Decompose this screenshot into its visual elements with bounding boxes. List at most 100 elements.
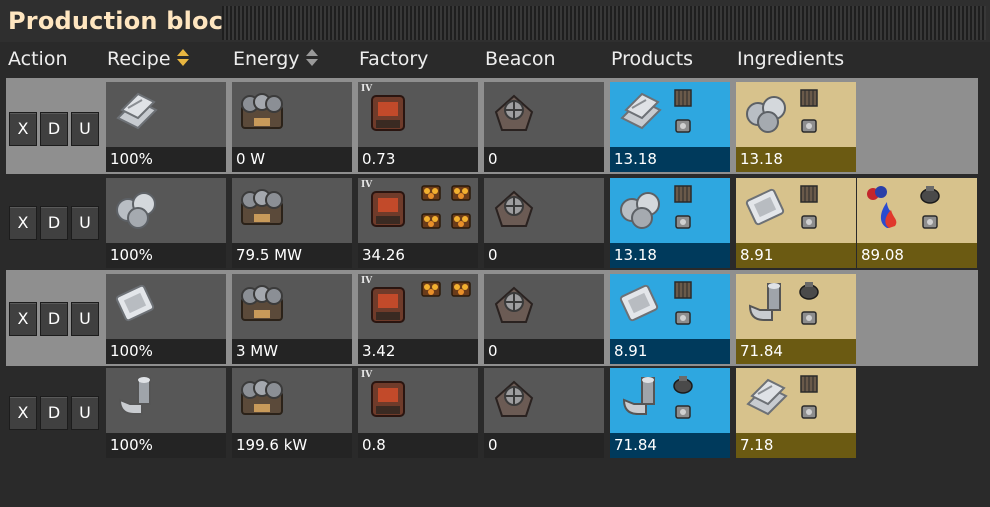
energy-cell[interactable]: 3 MW: [232, 274, 352, 364]
column-header-beacon: Beacon: [485, 48, 556, 70]
assembler-icon: [371, 95, 405, 131]
sort-arrows-icon[interactable]: [305, 48, 318, 67]
ingredient-cell[interactable]: 8.91: [736, 178, 856, 268]
energy-cell[interactable]: 0 W: [232, 82, 352, 172]
crate-icon: [674, 281, 692, 299]
beacon-cell[interactable]: 0: [484, 82, 604, 172]
pipe-icon: [749, 282, 781, 321]
iron-plate-icon: [117, 93, 157, 129]
factory-cell[interactable]: IV 0.73: [358, 82, 478, 172]
energy-cell[interactable]: 199.6 kW: [232, 368, 352, 458]
factory-count: 0.73: [358, 147, 478, 172]
energy-cell[interactable]: 79.5 MW: [232, 178, 352, 268]
product-cell[interactable]: 13.18: [610, 82, 730, 172]
furnace-machine-icon: [241, 189, 283, 225]
column-header-products: Products: [611, 48, 694, 70]
module-icon: [451, 213, 471, 229]
remove-row-button[interactable]: X: [9, 206, 37, 240]
column-header-energy[interactable]: Energy: [233, 48, 318, 70]
energy-value: 3 MW: [232, 339, 352, 364]
crate-icon: [800, 89, 818, 107]
recipe-percent: 100%: [106, 147, 226, 172]
iron-ore-icon: [746, 96, 786, 133]
crate-icon: [674, 185, 692, 203]
beacon-count: 0: [484, 433, 604, 458]
move-up-button[interactable]: U: [71, 396, 99, 430]
table-row: X D U 100% 3 MW IV 3.42 0 8.91 71.84: [6, 270, 978, 366]
table-row: X D U 100% 199.6 kW IV 0.8 0 71.84 7.18: [6, 366, 978, 462]
ingredient-cell[interactable]: 89.08: [857, 178, 977, 268]
ingredient-amount: 89.08: [857, 243, 977, 268]
product-cell[interactable]: 8.91: [610, 274, 730, 364]
column-header-factory: Factory: [359, 48, 429, 70]
move-down-button[interactable]: D: [40, 112, 68, 146]
beacon-icon: [495, 287, 533, 323]
recipe-percent: 100%: [106, 243, 226, 268]
sort-arrows-icon[interactable]: [176, 48, 189, 67]
factory-count: 34.26: [358, 243, 478, 268]
recipe-cell[interactable]: 100%: [106, 178, 226, 268]
chip-icon: [801, 405, 817, 419]
iron-ore-icon: [116, 192, 156, 229]
recipe-percent: 100%: [106, 433, 226, 458]
product-cell[interactable]: 13.18: [610, 178, 730, 268]
energy-value: 199.6 kW: [232, 433, 352, 458]
chip-icon: [675, 119, 691, 133]
beacon-cell[interactable]: 0: [484, 178, 604, 268]
title-bar[interactable]: Production block: [0, 0, 990, 44]
assembler-icon: [371, 191, 405, 227]
factory-cell[interactable]: IV 3.42: [358, 274, 478, 364]
beacon-cell[interactable]: 0: [484, 368, 604, 458]
energy-value: 79.5 MW: [232, 243, 352, 268]
beacon-icon: [495, 95, 533, 131]
pipe-icon: [119, 376, 151, 415]
beacon-cell[interactable]: 0: [484, 274, 604, 364]
product-cell[interactable]: 71.84: [610, 368, 730, 458]
chip-icon: [801, 215, 817, 229]
plate-icon: [744, 187, 786, 227]
pipe-icon: [623, 376, 655, 415]
beacon-count: 0: [484, 243, 604, 268]
move-down-button[interactable]: D: [40, 302, 68, 336]
table-row: X D U 100% 79.5 MW IV 34.26 0 13.18 8.91: [6, 174, 978, 270]
assembler-icon: [371, 287, 405, 323]
furnace-machine-icon: [241, 379, 283, 415]
factory-count: 0.8: [358, 433, 478, 458]
column-header-recipe[interactable]: Recipe: [107, 48, 189, 70]
module-icon: [451, 185, 471, 201]
furnace-machine-icon: [241, 285, 283, 321]
module-icon: [421, 281, 441, 297]
chip-icon: [675, 311, 691, 325]
ingredient-amount: 71.84: [736, 339, 856, 364]
recipe-cell[interactable]: 100%: [106, 274, 226, 364]
move-up-button[interactable]: U: [71, 112, 99, 146]
recipe-cell[interactable]: 100%: [106, 82, 226, 172]
ingredient-cell[interactable]: 71.84: [736, 274, 856, 364]
module-icon: [421, 185, 441, 201]
pot-icon: [799, 281, 819, 300]
factory-cell[interactable]: IV 0.8: [358, 368, 478, 458]
ingredient-cell[interactable]: 13.18: [736, 82, 856, 172]
column-header-action: Action: [8, 48, 68, 70]
iron-plate-icon: [621, 93, 661, 129]
remove-row-button[interactable]: X: [9, 112, 37, 146]
drag-handle[interactable]: [222, 6, 986, 40]
product-amount: 71.84: [610, 433, 730, 458]
crate-icon: [800, 375, 818, 393]
move-down-button[interactable]: D: [40, 396, 68, 430]
chip-icon: [922, 215, 938, 229]
move-up-button[interactable]: U: [71, 206, 99, 240]
remove-row-button[interactable]: X: [9, 396, 37, 430]
recipe-cell[interactable]: 100%: [106, 368, 226, 458]
factory-count: 3.42: [358, 339, 478, 364]
ingredient-cell[interactable]: 7.18: [736, 368, 856, 458]
move-up-button[interactable]: U: [71, 302, 99, 336]
beacon-count: 0: [484, 339, 604, 364]
ingredient-amount: 7.18: [736, 433, 856, 458]
factory-cell[interactable]: IV 34.26: [358, 178, 478, 268]
move-down-button[interactable]: D: [40, 206, 68, 240]
beacon-icon: [495, 381, 533, 417]
remove-row-button[interactable]: X: [9, 302, 37, 336]
energy-header-label: Energy: [233, 48, 300, 70]
plate-icon: [618, 283, 660, 323]
